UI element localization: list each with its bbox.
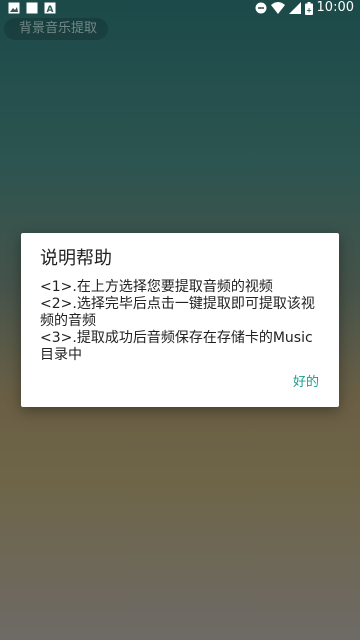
do-not-disturb-icon [255,2,267,14]
clock: 10:00 [316,0,354,15]
square-icon [26,2,38,14]
dialog-message: <1>.在上方选择您要提取音频的视频 <2>.选择完毕后点击一键提取即可提取该视… [40,279,322,364]
image-icon [8,2,20,14]
help-dialog: 说明帮助 <1>.在上方选择您要提取音频的视频 <2>.选择完毕后点击一键提取即… [21,233,339,407]
svg-text:+: + [306,6,312,14]
battery-icon: + [304,1,313,15]
app-title: 背景音乐提取 [19,21,98,36]
wifi-icon [270,2,285,14]
signal-icon [288,2,301,14]
system-icons: + 10:00 [255,0,354,16]
help-line-3: <3>.提取成功后音频保存在存储卡的Music目录中 [40,330,313,363]
text-a-icon: A [44,2,56,14]
dialog-title: 说明帮助 [40,248,112,269]
notification-icons: A [8,2,56,14]
status-bar: A + 10:00 [0,0,360,16]
help-line-2: <2>.选择完毕后点击一键提取即可提取该视频的音频 [40,296,315,329]
help-line-1: <1>.在上方选择您要提取音频的视频 [40,279,273,295]
ok-button[interactable]: 好的 [293,374,319,392]
svg-text:A: A [47,5,54,14]
